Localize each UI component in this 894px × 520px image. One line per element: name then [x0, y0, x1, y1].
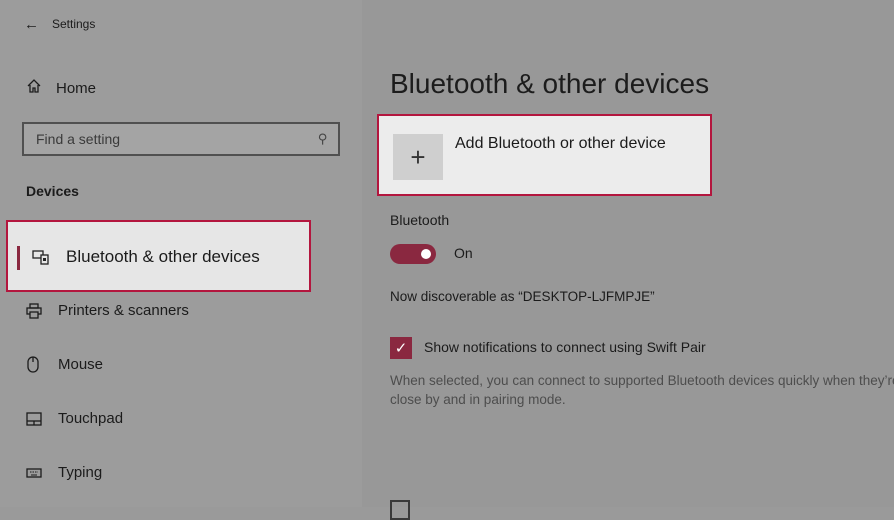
bluetooth-devices-icon: [32, 249, 50, 270]
swift-pair-checkbox[interactable]: ✓: [390, 337, 412, 359]
sidebar: ← Settings Home Find a setting ⚲ Devices…: [0, 0, 362, 507]
checkmark-icon: ✓: [394, 340, 408, 357]
sidebar-item-label: Bluetooth & other devices: [66, 247, 260, 266]
swift-pair-label[interactable]: Show notifications to connect using Swif…: [424, 339, 706, 355]
sidebar-item-label: Printers & scanners: [58, 302, 189, 319]
sidebar-item-mouse[interactable]: Mouse: [26, 356, 103, 373]
search-placeholder: Find a setting: [36, 131, 121, 147]
sidebar-item-bluetooth[interactable]: Bluetooth & other devices: [6, 220, 311, 292]
page-title: Bluetooth & other devices: [390, 68, 710, 99]
toggle-knob: [421, 249, 431, 259]
search-input[interactable]: Find a setting ⚲: [22, 122, 340, 156]
nav-home[interactable]: Home: [26, 78, 96, 98]
touchpad-icon: [26, 411, 58, 426]
search-icon[interactable]: ⚲: [318, 131, 328, 147]
keyboard-icon: [26, 467, 58, 479]
sidebar-item-label: Touchpad: [58, 410, 124, 427]
bluetooth-label: Bluetooth: [390, 212, 450, 228]
partial-checkbox[interactable]: [390, 500, 410, 520]
active-indicator: [17, 246, 20, 270]
add-device-label: Add Bluetooth or other device: [455, 135, 666, 152]
title-bar: ← Settings: [24, 14, 95, 34]
main-content: Bluetooth & other devices + Add Bluetoot…: [362, 0, 894, 520]
window-title: Settings: [52, 17, 96, 31]
sidebar-item-touchpad[interactable]: Touchpad: [26, 410, 123, 427]
sidebar-item-typing[interactable]: Typing: [26, 464, 102, 481]
nav-home-label: Home: [56, 79, 97, 97]
bluetooth-state-label: On: [454, 245, 473, 261]
printer-icon: [26, 302, 58, 319]
sidebar-item-label: Mouse: [58, 356, 104, 373]
discoverable-text: Now discoverable as “DESKTOP-LJFMPJE”: [390, 289, 655, 304]
section-title: Devices: [26, 183, 79, 199]
add-device-button[interactable]: + Add Bluetooth or other device: [377, 114, 712, 196]
plus-icon: +: [393, 134, 443, 180]
back-arrow-icon[interactable]: ←: [24, 16, 52, 33]
sidebar-item-printers[interactable]: Printers & scanners: [26, 302, 189, 319]
mouse-icon: [26, 356, 58, 373]
swift-pair-description: When selected, you can connect to suppor…: [390, 373, 894, 407]
bluetooth-toggle[interactable]: [390, 244, 436, 264]
home-icon: [26, 78, 56, 98]
sidebar-item-label: Typing: [58, 464, 103, 481]
